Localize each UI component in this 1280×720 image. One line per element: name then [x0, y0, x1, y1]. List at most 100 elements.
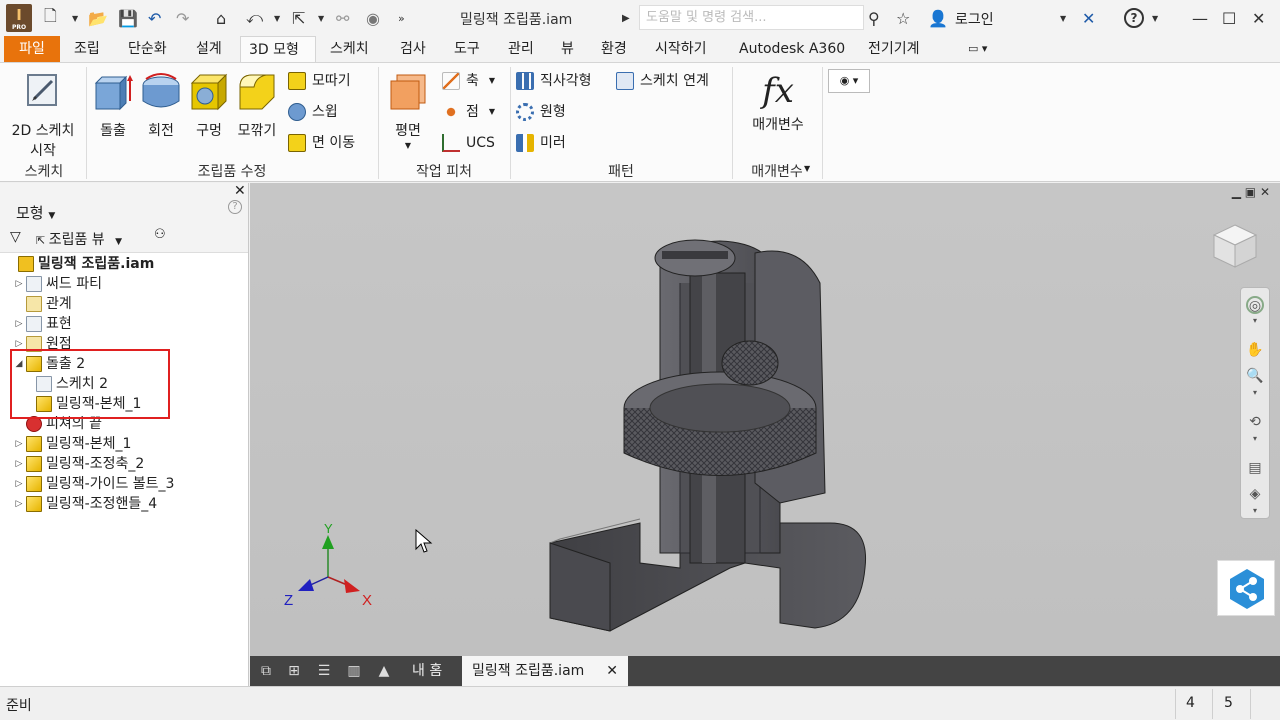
zoom-dropdown-icon[interactable]: ▾: [1246, 388, 1264, 406]
orbit-icon[interactable]: ⟲: [1246, 414, 1264, 432]
start-2d-sketch-button[interactable]: 2D 스케치 시작: [4, 67, 82, 161]
close-tab-icon[interactable]: ✕: [606, 656, 618, 686]
tree-item-third-party[interactable]: ▷ 써드 파티: [14, 274, 102, 294]
parameters-dropdown-icon[interactable]: ▼: [804, 164, 810, 173]
search-input[interactable]: 도움말 및 명령 검색...: [639, 5, 864, 30]
undo-icon[interactable]: ↶: [148, 8, 161, 28]
tile-vertical-icon[interactable]: ▥: [344, 661, 364, 681]
tree-item-body-1[interactable]: ▷ 밀링잭-본체_1: [14, 434, 131, 454]
tile-horizontal-icon[interactable]: ☰: [314, 661, 334, 681]
filter-icon[interactable]: ▽: [10, 229, 21, 245]
plane-dropdown-icon[interactable]: ▼: [384, 141, 432, 151]
tab-file[interactable]: 파일: [4, 36, 60, 62]
graphics-viewport[interactable]: ▁ ▣ ✕ ◎ ▾ ✋ 🔍 ▾ ⟲ ▾ ▤ ◈ ▾ Y X Z: [250, 183, 1280, 656]
chamfer-button[interactable]: 모따기: [288, 69, 351, 93]
help-dropdown-icon[interactable]: ▼: [1152, 8, 1158, 28]
tree-item-relationships[interactable]: 관계: [14, 294, 72, 314]
tab-inspect[interactable]: 검사: [392, 36, 434, 62]
login-dropdown-icon[interactable]: ▼: [1060, 8, 1066, 28]
hole-button[interactable]: 구멍: [186, 67, 232, 141]
login-button[interactable]: 로그인: [955, 9, 994, 29]
move-face-button[interactable]: 면 이동: [288, 131, 355, 155]
tab-list-up-icon[interactable]: ▲: [374, 661, 394, 681]
point-dropdown-icon[interactable]: ▼: [489, 100, 495, 124]
tree-root-assembly[interactable]: 밀링잭 조립품.iam: [18, 254, 154, 274]
zoom-icon[interactable]: 🔍: [1246, 368, 1264, 386]
tile-windows-icon[interactable]: ⊞: [284, 661, 304, 681]
viewport-window-controls[interactable]: ▁ ▣ ✕: [1232, 185, 1270, 199]
navbar-more-icon[interactable]: ▾: [1246, 506, 1264, 524]
binoculars-icon[interactable]: ⚲: [868, 8, 880, 28]
axis-dropdown-icon[interactable]: ▼: [489, 69, 495, 93]
sweep-button[interactable]: 스윕: [288, 100, 338, 124]
close-window-icon[interactable]: ✕: [1252, 8, 1265, 28]
tab-simplify[interactable]: 단순화: [120, 36, 175, 62]
open-folder-icon[interactable]: 📂: [88, 8, 108, 28]
more-icon[interactable]: »: [398, 8, 405, 28]
viewcube-icon[interactable]: [1210, 221, 1260, 271]
redo-icon[interactable]: ↷: [176, 8, 189, 28]
share-view-button[interactable]: [1217, 560, 1275, 616]
ribbon-display-toggle-icon[interactable]: ▭ ▾: [960, 36, 995, 62]
globe-icon[interactable]: ◉: [366, 8, 380, 28]
save-icon[interactable]: 💾: [118, 8, 138, 28]
custom-command-dropdown-icon[interactable]: ◉ ▾: [828, 69, 870, 93]
rectangular-pattern-button[interactable]: 직사각형: [516, 69, 592, 93]
tab-autodesk-a360[interactable]: Autodesk A360: [731, 36, 853, 62]
look-at-icon[interactable]: ▤: [1246, 460, 1264, 478]
axis-button[interactable]: 축 ▼: [442, 69, 495, 93]
select-dropdown-icon[interactable]: ▼: [318, 8, 324, 28]
tab-manage[interactable]: 관리: [500, 36, 542, 62]
steering-wheel-icon[interactable]: ◎: [1246, 296, 1264, 314]
tree-item-adjust-handle-4[interactable]: ▷ 밀링잭-조정핸들_4: [14, 494, 157, 514]
new-dropdown-icon[interactable]: ▼: [72, 8, 78, 28]
tab-sketch[interactable]: 스케치: [322, 36, 377, 62]
user-icon[interactable]: 👤: [928, 8, 948, 28]
tab-3d-model[interactable]: 3D 모형: [240, 36, 316, 62]
return-dropdown-icon[interactable]: ▼: [274, 8, 280, 28]
minimize-icon[interactable]: —: [1192, 8, 1208, 28]
exchange-apps-icon[interactable]: ✕: [1082, 8, 1095, 28]
tab-document[interactable]: 밀링잭 조립품.iam ✕: [462, 656, 628, 686]
tab-environment[interactable]: 환경: [593, 36, 635, 62]
browser-help-icon[interactable]: ?: [228, 200, 242, 214]
assembly-view-select[interactable]: ⇱ 조립품 뷰 ▼: [36, 229, 122, 249]
expand-arrow-icon[interactable]: ▷: [14, 274, 24, 294]
milling-jack-model[interactable]: [530, 223, 890, 643]
ucs-button[interactable]: UCS: [442, 131, 495, 155]
tab-electromechanical[interactable]: 전기기계: [860, 36, 928, 62]
orbit-dropdown-icon[interactable]: ▾: [1246, 434, 1264, 452]
parameters-button[interactable]: fx 매개변수: [742, 67, 814, 135]
help-icon[interactable]: ?: [1124, 8, 1144, 28]
steering-dropdown-icon[interactable]: ▾: [1246, 316, 1264, 334]
browser-title[interactable]: 모형 ▼: [16, 202, 55, 223]
expand-arrow-icon[interactable]: ▷: [14, 434, 24, 454]
sketch-driven-pattern-button[interactable]: 스케치 연계: [616, 69, 709, 93]
favorites-star-icon[interactable]: ☆: [896, 8, 910, 28]
fillet-button[interactable]: 모깎기: [234, 67, 280, 141]
expand-arrow-icon[interactable]: ▷: [14, 494, 24, 514]
tab-tools[interactable]: 도구: [446, 36, 488, 62]
tree-item-representations[interactable]: ▷ 표현: [14, 314, 72, 334]
tree-item-guide-bolt-3[interactable]: ▷ 밀링잭-가이드 볼트_3: [14, 474, 174, 494]
circular-pattern-button[interactable]: 원형: [516, 100, 566, 124]
new-file-icon[interactable]: 🗋: [44, 6, 57, 28]
return-icon[interactable]: ⤺: [246, 8, 263, 28]
expand-arrow-icon[interactable]: ▷: [14, 454, 24, 474]
tab-get-started[interactable]: 시작하기: [647, 36, 715, 62]
cascade-windows-icon[interactable]: ⧉: [256, 661, 276, 681]
expand-arrow-icon[interactable]: ▷: [14, 314, 24, 334]
expand-arrow-icon[interactable]: ▶: [622, 8, 630, 28]
point-button[interactable]: 점 ▼: [442, 100, 495, 124]
tree-item-adjust-shaft-2[interactable]: ▷ 밀링잭-조정축_2: [14, 454, 144, 474]
expand-arrow-icon[interactable]: ▷: [14, 474, 24, 494]
select-filter-icon[interactable]: ⇱: [292, 8, 305, 28]
home-icon[interactable]: ⌂: [216, 8, 226, 28]
browser-close-icon[interactable]: ✕: [234, 183, 246, 199]
mirror-button[interactable]: 미러: [516, 131, 566, 155]
extrude-button[interactable]: 돌출: [90, 67, 136, 141]
find-binoculars-icon[interactable]: ⚇: [154, 227, 166, 242]
tab-design[interactable]: 설계: [188, 36, 230, 62]
tab-view[interactable]: 뷰: [553, 36, 582, 62]
tab-assemble[interactable]: 조립: [66, 36, 108, 62]
